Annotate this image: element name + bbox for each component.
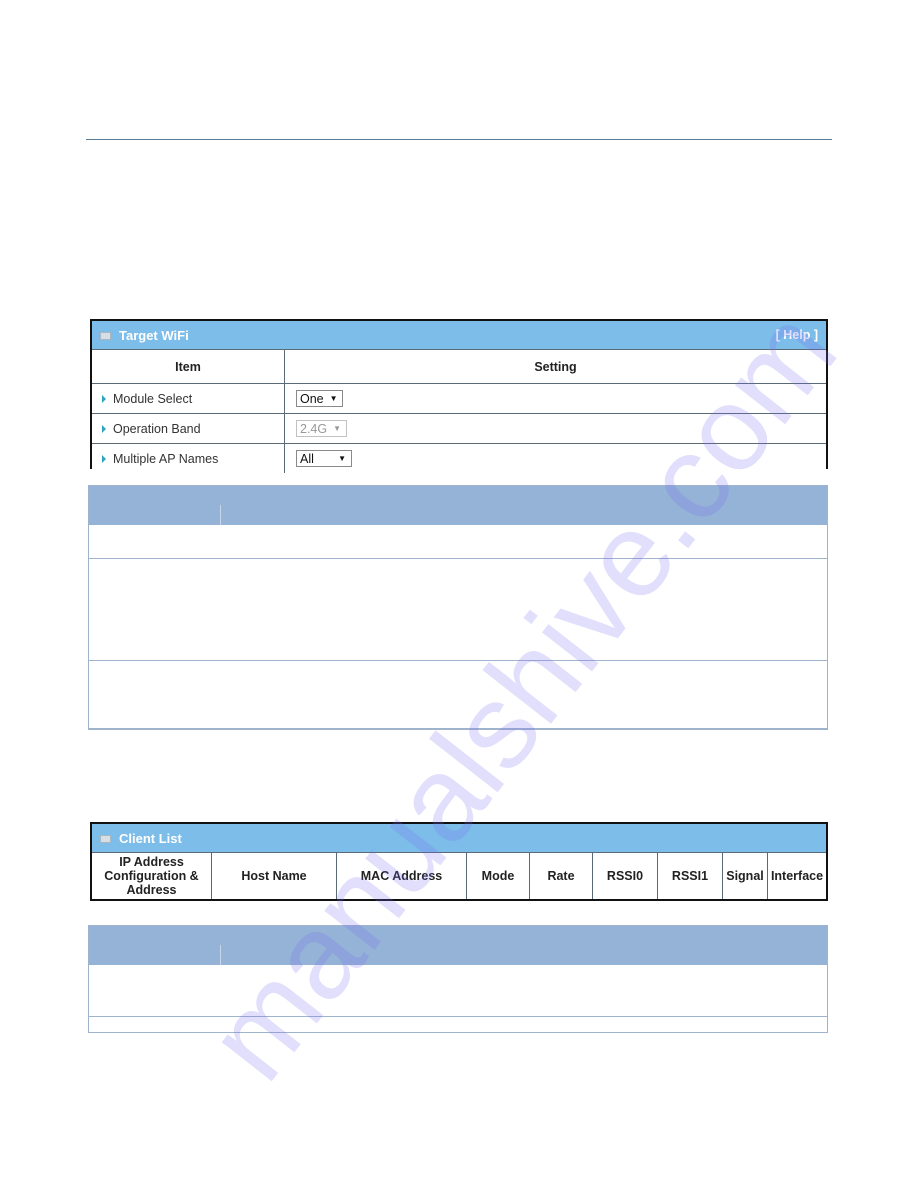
description-table-header (89, 926, 827, 965)
description-table-1 (88, 485, 828, 730)
column-header-mode: Mode (466, 852, 530, 899)
panel-bullet-icon (100, 835, 111, 843)
column-header-interface: Interface (767, 852, 826, 899)
caret-down-icon: ▼ (338, 454, 346, 463)
target-wifi-header: Target WiFi [ Help ] (92, 321, 826, 349)
selected-value: One (300, 391, 324, 406)
caret-down-icon: ▼ (333, 424, 342, 433)
target-wifi-table: Item Setting Module Select One ▼ Operatio… (92, 349, 826, 473)
multiple-ap-names-dropdown[interactable]: All ▼ (296, 450, 352, 467)
table-row-module-select: Module Select One ▼ (92, 383, 826, 414)
table-header-row: Item Setting (92, 349, 826, 384)
description-row (89, 660, 827, 727)
triangle-right-icon (102, 454, 106, 463)
table-row-multiple-ap-names: Multiple AP Names All ▼ (92, 443, 826, 473)
operation-band-dropdown: 2.4G ▼ (296, 420, 347, 437)
column-header-rssi1: RSSI1 (657, 852, 723, 899)
help-link[interactable]: [ Help ] (776, 328, 818, 342)
row-label: Module Select (113, 391, 193, 406)
selected-value: All (300, 451, 314, 466)
client-list-title: Client List (119, 830, 182, 846)
row-label: Operation Band (113, 421, 201, 436)
column-header-signal: Signal (722, 852, 768, 899)
description-row (89, 525, 827, 558)
description-row (89, 965, 827, 1016)
table-header-row: IP Address Configuration & Address Host … (92, 852, 826, 899)
description-row (89, 1016, 827, 1032)
column-header-ip-address: IP Address Configuration & Address (92, 852, 212, 899)
description-row (89, 558, 827, 660)
table-row-operation-band: Operation Band 2.4G ▼ (92, 413, 826, 444)
column-header-item: Item (92, 349, 285, 384)
column-header-rate: Rate (529, 852, 593, 899)
caret-down-icon: ▼ (329, 394, 338, 403)
triangle-right-icon (102, 394, 106, 403)
client-list-table: IP Address Configuration & Address Host … (92, 852, 826, 899)
description-table-2 (88, 925, 828, 1033)
client-list-panel: Client List IP Address Configuration & A… (90, 822, 828, 901)
description-table-header (89, 486, 827, 525)
client-list-header: Client List (92, 824, 826, 852)
column-divider (220, 945, 221, 965)
page-header-rule (86, 139, 832, 140)
column-divider (220, 505, 221, 525)
row-label: Multiple AP Names (113, 451, 219, 466)
column-header-setting: Setting (284, 349, 826, 384)
triangle-right-icon (102, 424, 106, 433)
target-wifi-panel: Target WiFi [ Help ] Item Setting Module… (90, 319, 828, 473)
column-header-host-name: Host Name (211, 852, 337, 899)
selected-value: 2.4G (300, 421, 328, 436)
column-header-mac-address: MAC Address (336, 852, 467, 899)
column-header-rssi0: RSSI0 (592, 852, 658, 899)
module-select-dropdown[interactable]: One ▼ (296, 390, 343, 407)
target-wifi-title: Target WiFi (119, 327, 189, 343)
panel-bullet-icon (100, 332, 111, 340)
